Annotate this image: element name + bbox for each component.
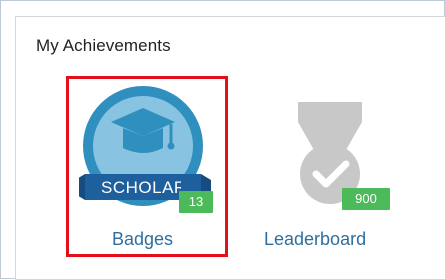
leaderboard-count: 900: [342, 188, 390, 210]
section-title: My Achievements: [36, 36, 171, 55]
leaderboard-label[interactable]: Leaderboard: [264, 229, 366, 250]
badge-ribbon-text: SCHOLAR: [101, 178, 181, 197]
badges-label[interactable]: Badges: [112, 229, 173, 250]
leaderboard-tile[interactable]: 900 Leaderboard: [256, 90, 396, 260]
badges-count: 13: [179, 191, 213, 213]
badges-tile[interactable]: SCHOLAR 13 Badges: [66, 76, 228, 257]
